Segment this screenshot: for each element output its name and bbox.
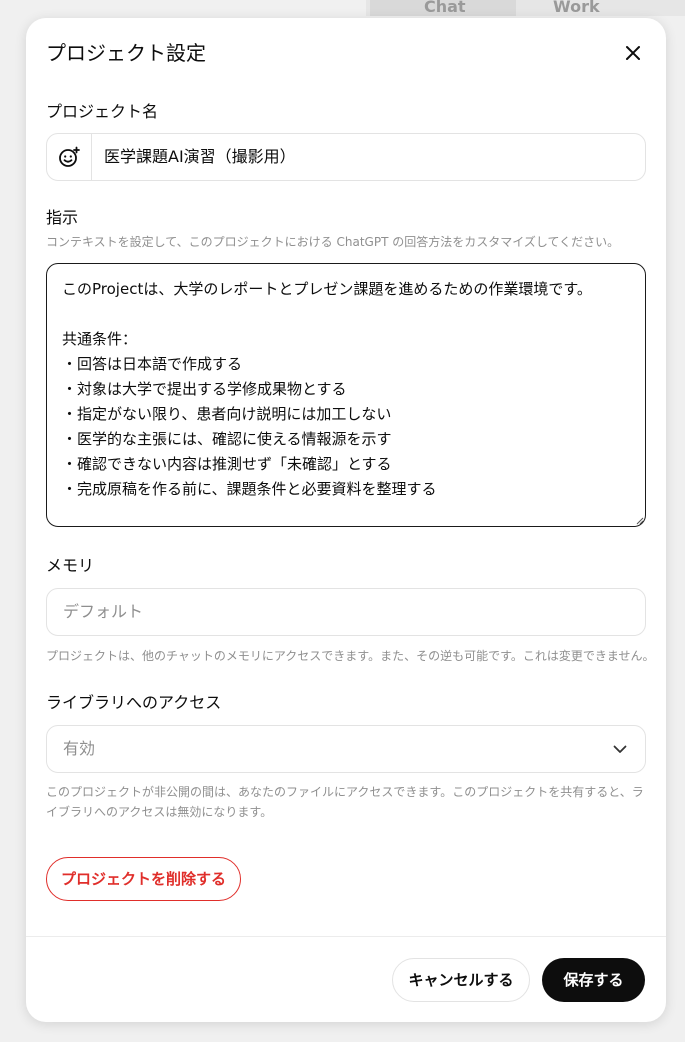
project-settings-dialog: プロジェクト設定 プロジェクト名 医学課題AI演習（撮影用） 指示 コンテキスト…	[26, 18, 666, 1022]
project-name-field[interactable]: 医学課題AI演習（撮影用）	[46, 133, 646, 181]
memory-label: メモリ	[46, 556, 95, 575]
memory-field[interactable]: デフォルト	[46, 588, 646, 636]
library-access-label: ライブラリへのアクセス	[46, 693, 222, 712]
memory-help: プロジェクトは、他のチャットのメモリにアクセスできます。また、その逆も可能です。…	[46, 649, 655, 663]
project-icon-button[interactable]	[47, 134, 92, 180]
instructions-help: コンテキストを設定して、このプロジェクトにおける ChatGPT の回答方法をカ…	[46, 235, 620, 249]
close-button[interactable]	[620, 40, 646, 66]
instructions-label: 指示	[46, 208, 79, 227]
save-button[interactable]: 保存する	[542, 958, 645, 1002]
cancel-button[interactable]: キャンセルする	[392, 958, 530, 1002]
library-access-help: このプロジェクトが非公開の間は、あなたのファイルにアクセスできます。このプロジェ…	[46, 785, 644, 819]
chevron-down-icon	[613, 745, 627, 753]
library-access-value: 有効	[63, 739, 96, 758]
footer-divider	[26, 936, 666, 937]
library-access-select[interactable]: 有効	[46, 725, 646, 773]
project-name-value[interactable]: 医学課題AI演習（撮影用）	[104, 146, 296, 168]
delete-project-button[interactable]: プロジェクトを削除する	[46, 857, 242, 901]
memory-placeholder: デフォルト	[63, 602, 144, 621]
dialog-title: プロジェクト設定	[46, 41, 206, 65]
background-tab-chat: Chat	[424, 0, 466, 16]
project-name-label: プロジェクト名	[46, 102, 159, 121]
background-tab-work: Work	[553, 0, 600, 16]
smile-plus-icon	[59, 146, 80, 167]
close-icon	[626, 46, 640, 60]
resize-handle-icon[interactable]	[634, 515, 644, 525]
instructions-textarea[interactable]: このProjectは、大学のレポートとプレゼン課題を進めるための作業環境です。 …	[46, 263, 646, 527]
